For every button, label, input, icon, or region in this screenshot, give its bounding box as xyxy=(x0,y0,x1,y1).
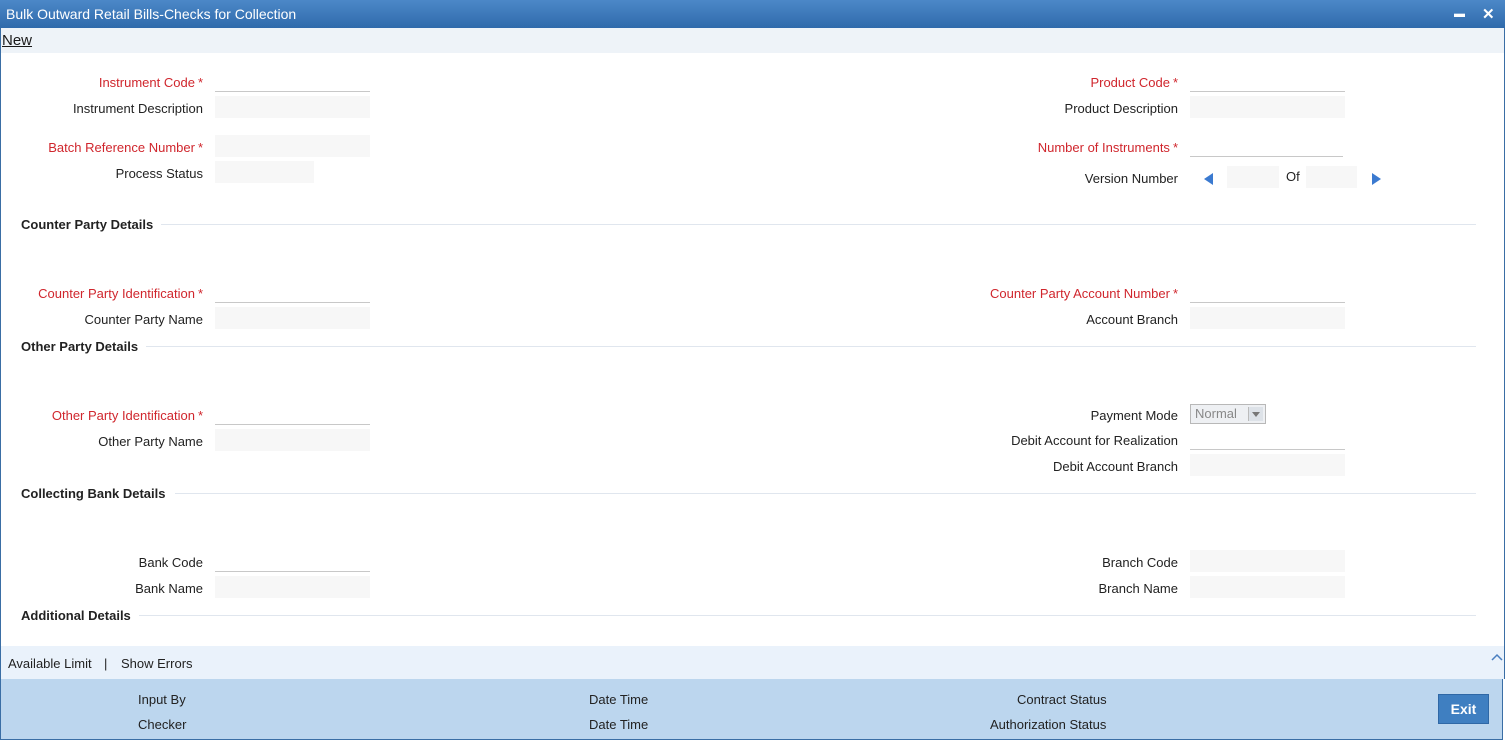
payment-mode-label: Payment Mode xyxy=(1090,408,1178,423)
debit-account-for-realization-label: Debit Account for Realization xyxy=(1011,433,1178,448)
other-party-details-heading: Other Party Details xyxy=(21,339,139,354)
chevron-down-icon xyxy=(1248,407,1263,421)
instrument-description-label: Instrument Description xyxy=(72,101,203,116)
section-divider xyxy=(146,346,1476,347)
product-code-label: Product Code * xyxy=(1090,75,1178,90)
process-status-label: Process Status xyxy=(115,166,203,181)
link-separator: | xyxy=(104,656,108,671)
other-party-identification-input[interactable] xyxy=(215,403,370,425)
exit-button[interactable]: Exit xyxy=(1438,694,1489,724)
input-by-label: Input By xyxy=(138,692,186,707)
available-limit-link[interactable]: Available Limit xyxy=(8,656,92,671)
product-description-label: Product Description xyxy=(1064,101,1178,116)
input-date-time-label: Date Time xyxy=(589,692,649,707)
version-of-label: Of xyxy=(1286,169,1300,184)
menu-bar: New xyxy=(0,28,1505,53)
bank-name-field[interactable] xyxy=(215,576,370,598)
form-content: Instrument Code * Instrument Description … xyxy=(0,53,1505,646)
window-title: Bulk Outward Retail Bills-Checks for Col… xyxy=(6,6,297,22)
counter-party-details-heading: Counter Party Details xyxy=(21,217,154,232)
checker-label: Checker xyxy=(138,717,187,732)
authorization-status-label: Authorization Status xyxy=(990,717,1107,732)
counter-party-account-number-input[interactable] xyxy=(1190,281,1345,303)
bank-name-label: Bank Name xyxy=(135,581,203,596)
minimize-icon[interactable]: ▬ xyxy=(1454,8,1465,20)
debit-account-for-realization-input[interactable] xyxy=(1190,428,1345,450)
window-titlebar: Bulk Outward Retail Bills-Checks for Col… xyxy=(0,0,1505,28)
branch-name-label: Branch Name xyxy=(1098,581,1178,596)
version-number-label: Version Number xyxy=(1084,171,1178,186)
number-of-instruments-label: Number of Instruments * xyxy=(1037,140,1178,155)
payment-mode-value: Normal xyxy=(1195,406,1237,421)
version-total-field[interactable] xyxy=(1306,166,1357,188)
number-of-instruments-input[interactable] xyxy=(1190,135,1343,157)
bank-code-label: Bank Code xyxy=(138,555,203,570)
account-branch-field[interactable] xyxy=(1190,307,1345,329)
audit-footer: Input By Checker Date Time Date Time Con… xyxy=(0,679,1503,740)
branch-code-field[interactable] xyxy=(1190,550,1345,572)
branch-code-label: Branch Code xyxy=(1102,555,1178,570)
other-party-name-field[interactable] xyxy=(215,429,370,451)
additional-details-heading: Additional Details xyxy=(21,608,131,623)
contract-status-label: Contract Status xyxy=(1017,692,1107,707)
counter-party-name-field[interactable] xyxy=(215,307,370,329)
counter-party-name-label: Counter Party Name xyxy=(84,312,204,327)
version-next-icon[interactable] xyxy=(1372,173,1381,185)
checker-date-time-label: Date Time xyxy=(589,717,649,732)
process-status-field[interactable] xyxy=(215,161,314,183)
scroll-up-icon[interactable] xyxy=(1491,653,1503,661)
counter-party-account-number-label: Counter Party Account Number * xyxy=(990,286,1178,301)
other-party-identification-label: Other Party Identification * xyxy=(51,408,203,423)
product-description-field[interactable] xyxy=(1190,96,1345,118)
show-errors-link[interactable]: Show Errors xyxy=(121,656,193,671)
version-current-field[interactable] xyxy=(1227,166,1279,188)
collecting-bank-details-heading: Collecting Bank Details xyxy=(21,486,166,501)
debit-account-branch-label: Debit Account Branch xyxy=(1052,459,1178,474)
instrument-code-input[interactable] xyxy=(215,70,370,92)
instrument-code-label: Instrument Code * xyxy=(98,75,203,90)
account-branch-label: Account Branch xyxy=(1086,312,1178,327)
close-icon[interactable]: ✕ xyxy=(1482,5,1495,23)
debit-account-branch-field[interactable] xyxy=(1190,454,1345,476)
counter-party-identification-input[interactable] xyxy=(215,281,370,303)
link-bar: Available Limit | Show Errors xyxy=(0,646,1505,679)
section-divider xyxy=(175,493,1476,494)
product-code-input[interactable] xyxy=(1190,70,1345,92)
bank-code-input[interactable] xyxy=(215,550,370,572)
payment-mode-select[interactable]: Normal xyxy=(1190,404,1266,424)
other-party-name-label: Other Party Name xyxy=(98,434,203,449)
instrument-description-field[interactable] xyxy=(215,96,370,118)
section-divider xyxy=(139,615,1476,616)
section-divider xyxy=(161,224,1476,225)
counter-party-identification-label: Counter Party Identification * xyxy=(38,286,203,301)
branch-name-field[interactable] xyxy=(1190,576,1345,598)
batch-reference-number-input[interactable] xyxy=(215,135,370,157)
version-previous-icon[interactable] xyxy=(1204,173,1213,185)
new-link[interactable]: New xyxy=(2,32,32,49)
batch-reference-number-label: Batch Reference Number * xyxy=(48,140,203,155)
